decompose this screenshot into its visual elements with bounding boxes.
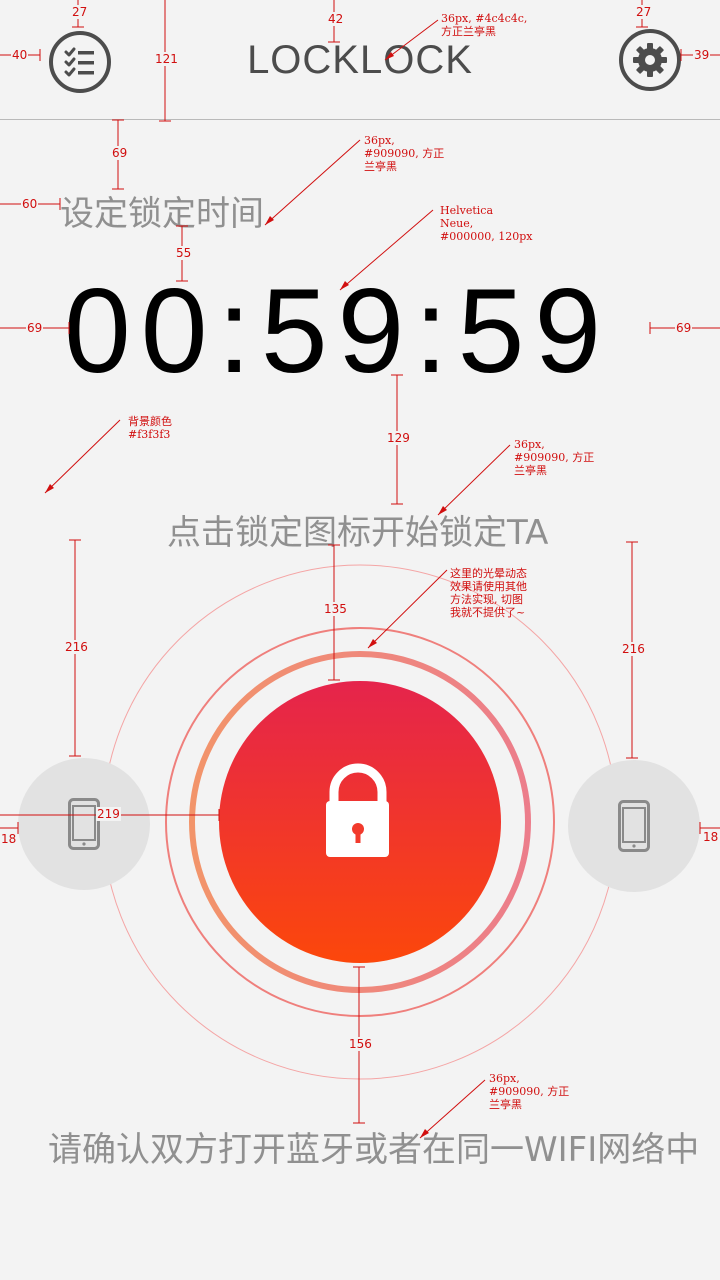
measure-156: 156 [348,1037,373,1051]
annotation-halo-note: 这里的光晕动态 效果请使用其他 方法实现, 切图 我就不提供了~ [450,567,527,619]
measure-216-left: 216 [64,640,89,654]
annotation-title-font: 36px, #4c4c4c, 方正兰亭黑 [441,12,528,38]
annotation-label-font: 36px, #909090, 方正 兰亭黑 [364,134,445,173]
measure-129: 129 [386,431,411,445]
measure-69-left: 69 [26,321,44,335]
measure-69-top: 69 [111,146,129,160]
measure-27-right: 27 [635,5,653,19]
measure-40: 40 [11,48,29,62]
measure-121: 121 [154,52,179,66]
annotation-lines [0,0,720,1139]
measure-55: 55 [175,246,193,260]
annotation-hint-font: 36px, #909090, 方正 兰亭黑 [489,1072,570,1111]
annotation-bg-color: 背景颜色 #f3f3f3 [128,415,172,441]
measure-18-right: 18 [702,830,720,844]
measure-42: 42 [327,12,345,26]
measure-18-left: 18 [0,832,18,846]
measure-135: 135 [323,602,348,616]
measure-60: 60 [21,197,39,211]
measure-39: 39 [693,48,711,62]
measure-219: 219 [96,807,121,821]
measure-216-right: 216 [621,642,646,656]
measure-27-left: 27 [71,5,89,19]
annotation-timer-font: Helvetica Neue, #000000, 120px [440,204,533,243]
annotation-instruction-font: 36px, #909090, 方正 兰亭黑 [514,438,595,477]
measure-69-right: 69 [675,321,693,335]
